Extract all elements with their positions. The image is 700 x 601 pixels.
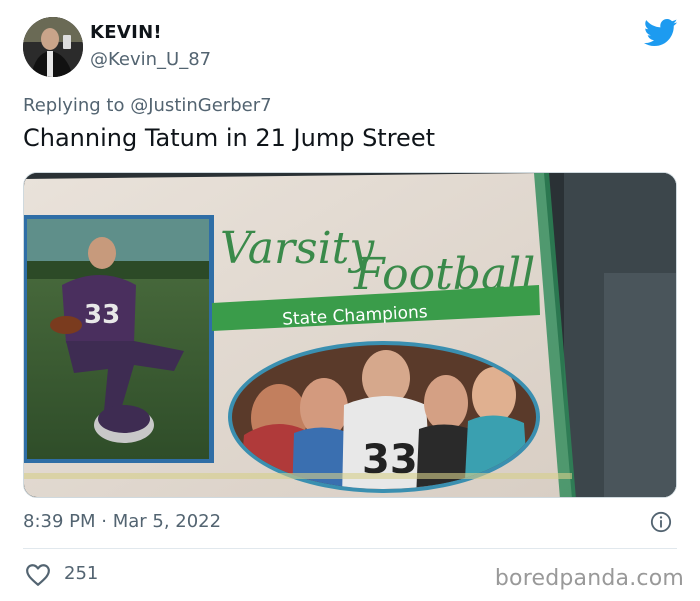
- display-name[interactable]: KEVIN!: [90, 22, 162, 43]
- user-handle[interactable]: @Kevin_U_87: [90, 49, 211, 70]
- tweet-timestamp[interactable]: 8:39 PM · Mar 5, 2022: [23, 511, 221, 532]
- info-icon[interactable]: [650, 511, 672, 533]
- watermark: boredpanda.com: [494, 566, 684, 591]
- like-count: 251: [64, 563, 99, 584]
- tweet-media[interactable]: 33 Varsity Football State Champions 33: [23, 172, 677, 498]
- tweet-text: Channing Tatum in 21 Jump Street: [23, 124, 435, 152]
- heart-icon[interactable]: [25, 563, 51, 587]
- reply-context: Replying to @JustinGerber7: [23, 95, 272, 116]
- reply-prefix: Replying to: [23, 95, 125, 116]
- divider: [23, 548, 677, 549]
- yearbook-photo: 33 Varsity Football State Champions 33: [24, 173, 676, 497]
- yearbook-title-varsity: Varsity: [220, 223, 375, 274]
- reply-to-link[interactable]: @JustinGerber7: [130, 95, 271, 116]
- avatar-image: [23, 17, 83, 77]
- twitter-bird-icon[interactable]: [644, 18, 678, 48]
- svg-text:33: 33: [84, 300, 120, 330]
- avatar[interactable]: [23, 17, 83, 77]
